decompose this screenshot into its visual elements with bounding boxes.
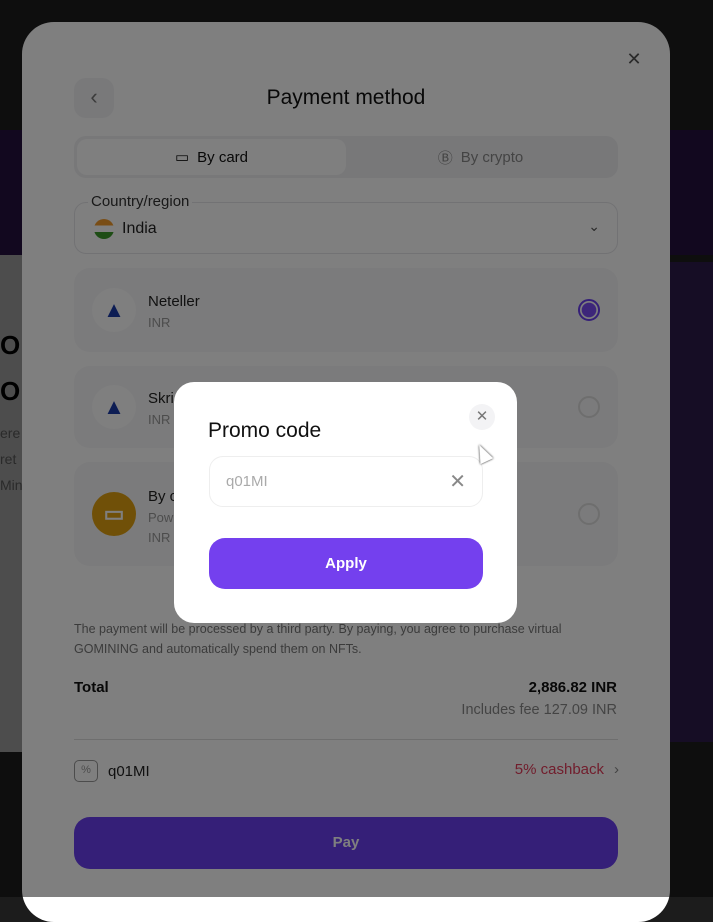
apply-button[interactable]: Apply	[209, 538, 483, 589]
clear-icon[interactable]: ✕	[449, 469, 466, 494]
promo-code-dialog: Promo code ✕ q01MI ✕ Apply	[174, 382, 517, 623]
promo-code-input[interactable]: q01MI ✕	[209, 456, 483, 507]
dialog-title: Promo code	[208, 419, 322, 442]
close-icon[interactable]: ✕	[469, 404, 495, 430]
input-value: q01MI	[226, 473, 268, 490]
